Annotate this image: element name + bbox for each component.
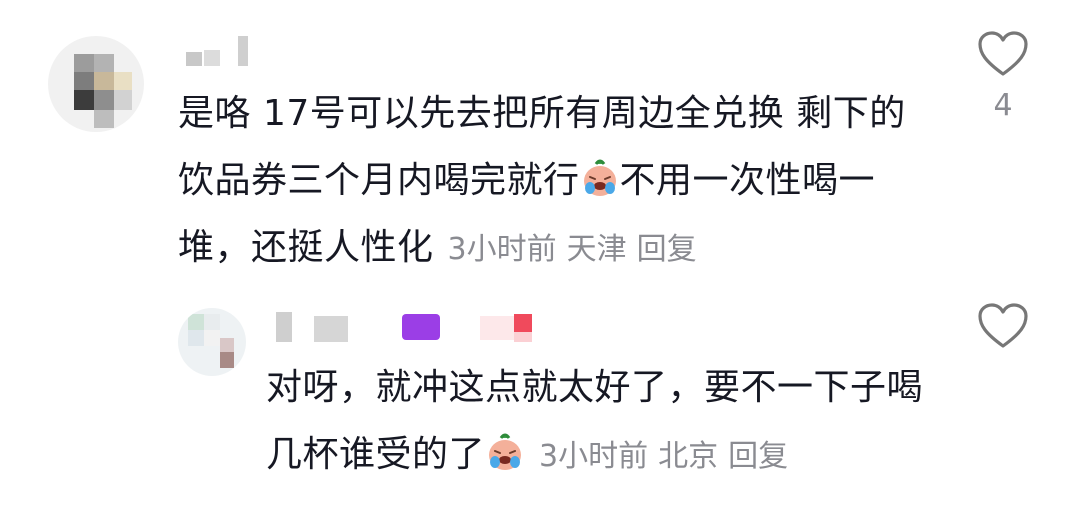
reply-comment-item: 对呀，就冲这点就太好了，要不一下子喝几杯谁受的了 3小时前 北京 回复	[0, 290, 1075, 507]
reply-button[interactable]: 回复	[637, 232, 697, 267]
comment-time: 3小时前	[447, 232, 557, 267]
comment-item: 是咯 17号可以先去把所有周边全兑换 剩下的饮品券三个月内喝完就行 不用一次性喝…	[0, 0, 1075, 280]
like-button[interactable]	[976, 302, 1030, 350]
avatar[interactable]	[178, 308, 246, 376]
heart-outline-icon[interactable]	[977, 30, 1029, 78]
crying-face-emoji	[489, 433, 522, 470]
comment-location: 北京	[658, 439, 719, 474]
comment-location: 天津	[566, 232, 627, 267]
comment-time: 3小时前	[539, 439, 649, 474]
comment-text: 对呀，就冲这点就太好了，要不一下子喝几杯谁受的了 3小时前 北京 回复	[266, 354, 926, 490]
reply-button[interactable]: 回复	[728, 439, 788, 474]
level-badge-icon	[402, 314, 440, 340]
username-blurred[interactable]	[186, 36, 266, 76]
heart-outline-icon[interactable]	[977, 302, 1029, 350]
comment-text: 是咯 17号可以先去把所有周边全兑换 剩下的饮品券三个月内喝完就行 不用一次性喝…	[178, 80, 918, 283]
crying-face-emoji	[583, 159, 616, 196]
avatar[interactable]	[48, 36, 144, 132]
like-count: 4	[993, 88, 1013, 123]
username-blurred[interactable]	[276, 312, 556, 352]
like-button[interactable]: 4	[976, 30, 1030, 123]
